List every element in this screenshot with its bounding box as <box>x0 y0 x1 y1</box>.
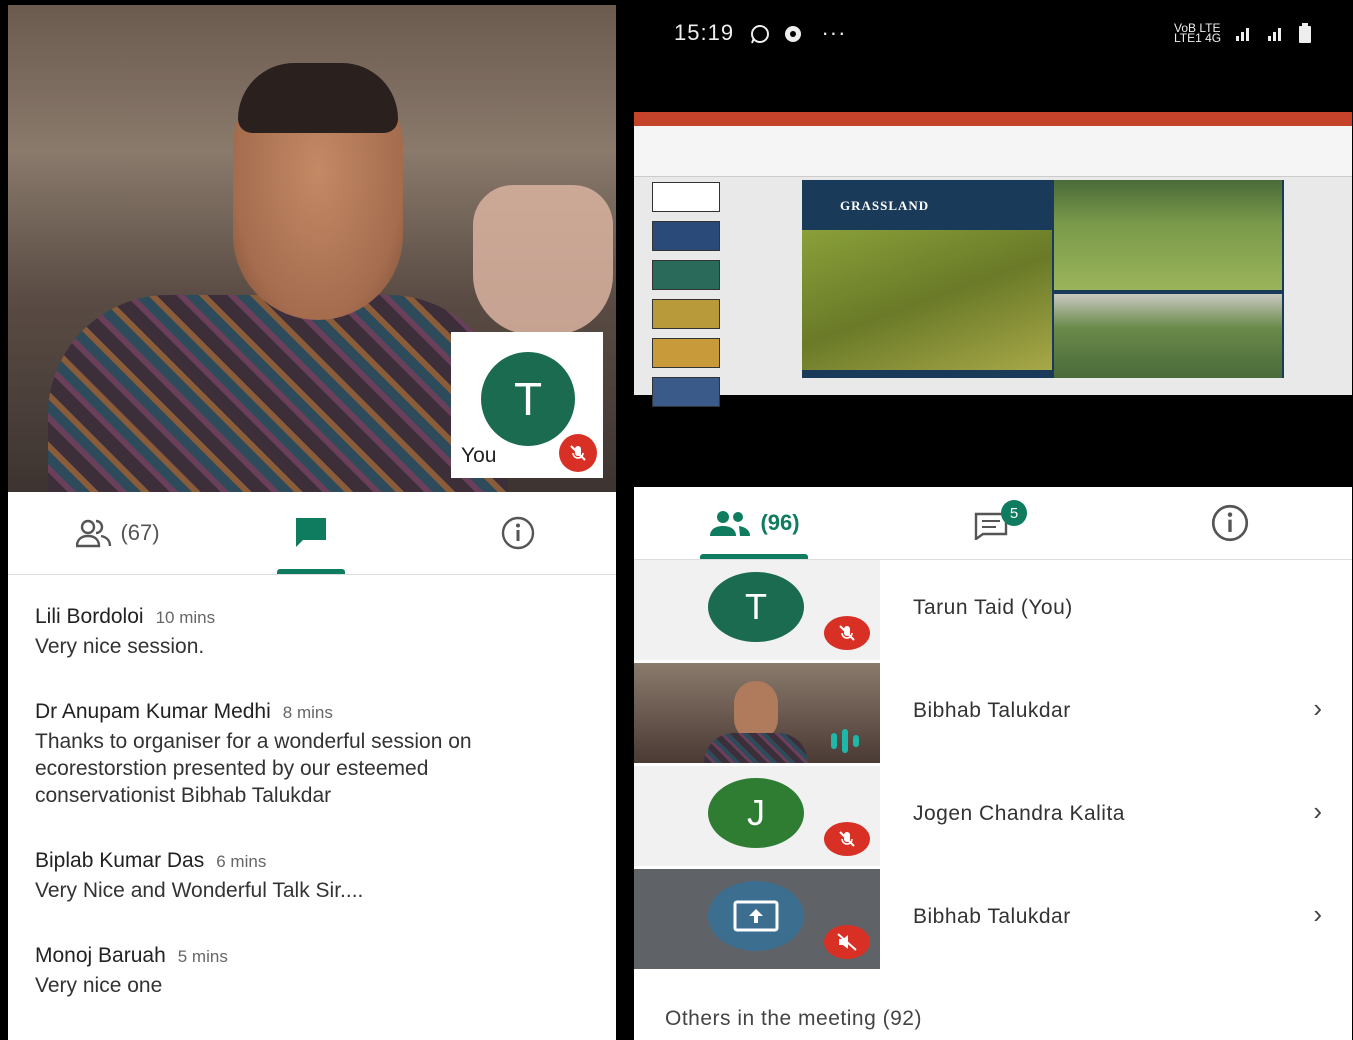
slide-thumbnail <box>652 182 720 212</box>
chat-message: Biplab Kumar Das 6 mins Very Nice and Won… <box>35 849 595 904</box>
mic-off-icon <box>824 822 870 856</box>
slide-thumbnail <box>652 377 720 407</box>
participant-face <box>734 681 778 741</box>
message-text: Very Nice and Wonderful Talk Sir.... <box>35 879 364 902</box>
message-text: Very nice one <box>35 974 163 997</box>
status-bar-right: VoB LTE LTE1 4G <box>1174 21 1312 45</box>
info-icon <box>1211 504 1249 542</box>
chevron-right-icon[interactable]: › <box>1313 899 1322 930</box>
message-text: Very nice session. <box>35 635 205 658</box>
presentation-tile <box>634 869 880 969</box>
whatsapp-icon <box>749 23 771 45</box>
present-screen-icon <box>708 881 804 951</box>
meet-chat-screen: T You (67) Lili Bordoloi 10 mins Very ni… <box>8 5 616 1040</box>
ppt-titlebar <box>634 112 1352 126</box>
message-time: 10 mins <box>155 608 216 627</box>
people-count: (67) <box>120 520 160 545</box>
speaker-hair <box>238 63 398 133</box>
speaker-shirt <box>48 295 508 492</box>
participant-tile: T <box>634 560 880 660</box>
active-tab-indicator <box>277 569 345 574</box>
message-time: 6 mins <box>216 852 267 871</box>
meeting-tab-bar: (96) 5 <box>634 487 1352 560</box>
slide-title: GRASSLAND <box>840 198 930 213</box>
speaker-hand <box>473 185 613 335</box>
network-label: VoB LTE LTE1 4G <box>1174 21 1222 45</box>
tab-people[interactable]: (67) <box>48 492 188 574</box>
meet-people-screen: 15:19 ··· VoB LTE LTE1 4G GRASSLAND (96)… <box>634 5 1352 1040</box>
slide-thumbnails <box>646 182 722 416</box>
chat-message: Monoj Baruah 5 mins Very nice one <box>35 944 595 999</box>
slide-grassland-photo <box>802 230 1052 370</box>
meeting-tab-bar: (67) <box>8 492 616 575</box>
chevron-right-icon[interactable]: › <box>1313 796 1322 827</box>
chat-icon <box>293 515 329 551</box>
participant-row[interactable]: J Jogen Chandra Kalita › <box>634 766 1352 868</box>
participant-shirt <box>704 733 808 763</box>
participant-name: Bibhab Talukdar <box>913 699 1071 722</box>
participant-tile: J <box>634 766 880 866</box>
participant-name: Tarun Taid (You) <box>913 596 1073 619</box>
mic-off-icon <box>559 434 597 472</box>
participant-row[interactable]: Bibhab Talukdar › <box>634 869 1352 971</box>
speaker-video: T You <box>8 5 616 492</box>
tab-people[interactable]: (96) <box>694 487 814 559</box>
status-time: 15:19 <box>674 20 735 45</box>
volume-off-icon <box>824 925 870 959</box>
ppt-ribbon <box>634 126 1352 177</box>
slide-thumbnail <box>652 260 720 290</box>
chat-message-list: Lili Bordoloi 10 mins Very nice session. … <box>35 605 595 1039</box>
message-time: 8 mins <box>282 703 333 722</box>
chat-message: Dr Anupam Kumar Medhi 8 mins Thanks to or… <box>35 700 595 809</box>
participant-video-tile <box>634 663 880 763</box>
participant-avatar: T <box>708 572 804 642</box>
people-count: (96) <box>760 510 800 535</box>
message-sender: Dr Anupam Kumar Medhi <box>35 700 271 723</box>
self-label: You <box>461 444 497 467</box>
self-avatar: T <box>481 352 575 446</box>
chat-message: Lili Bordoloi 10 mins Very nice session. <box>35 605 595 660</box>
participant-row[interactable]: T Tarun Taid (You) <box>634 560 1352 662</box>
slide-thumbnail <box>652 221 720 251</box>
message-text: Thanks to organiser for a wonderful sess… <box>35 730 472 807</box>
message-app-icon <box>782 23 804 45</box>
speaking-icon <box>828 727 864 755</box>
shared-screen-presentation: GRASSLAND <box>634 112 1352 407</box>
chat-badge: 5 <box>1001 500 1027 526</box>
people-icon <box>708 509 752 537</box>
slide-thumbnail <box>652 338 720 368</box>
participant-avatar: J <box>708 778 804 848</box>
slide-rhino-photo <box>1054 180 1282 290</box>
slide-wetland-photo <box>1054 294 1282 378</box>
tab-info[interactable] <box>1200 487 1260 559</box>
self-video-tile[interactable]: T You <box>451 332 603 478</box>
active-tab-indicator <box>700 554 808 559</box>
people-icon <box>76 518 112 548</box>
others-section-title: Others in the meeting (92) <box>665 1007 922 1030</box>
message-sender: Biplab Kumar Das <box>35 849 205 872</box>
participant-row[interactable]: Bibhab Talukdar › <box>634 663 1352 765</box>
status-bar-left: 15:19 ··· <box>674 20 846 46</box>
signal-icon <box>1234 25 1256 41</box>
battery-icon <box>1298 23 1312 43</box>
signal-icon <box>1266 25 1288 41</box>
current-slide: GRASSLAND <box>802 180 1284 378</box>
tab-chat[interactable] <box>276 492 346 574</box>
message-sender: Lili Bordoloi <box>35 605 144 628</box>
info-icon <box>501 516 535 550</box>
status-more: ··· <box>821 20 847 45</box>
mic-off-icon <box>824 616 870 650</box>
tab-chat[interactable]: 5 <box>954 487 1034 559</box>
tab-info[interactable] <box>488 492 548 574</box>
chevron-right-icon[interactable]: › <box>1313 693 1322 724</box>
chat-icon: 5 <box>973 500 1027 540</box>
participant-name: Jogen Chandra Kalita <box>913 802 1125 825</box>
slide-thumbnail <box>652 299 720 329</box>
message-sender: Monoj Baruah <box>35 944 166 967</box>
participant-name: Bibhab Talukdar <box>913 905 1071 928</box>
message-time: 5 mins <box>177 947 228 966</box>
participant-list: T Tarun Taid (You) Bibhab Talukdar › J J… <box>634 560 1352 1040</box>
